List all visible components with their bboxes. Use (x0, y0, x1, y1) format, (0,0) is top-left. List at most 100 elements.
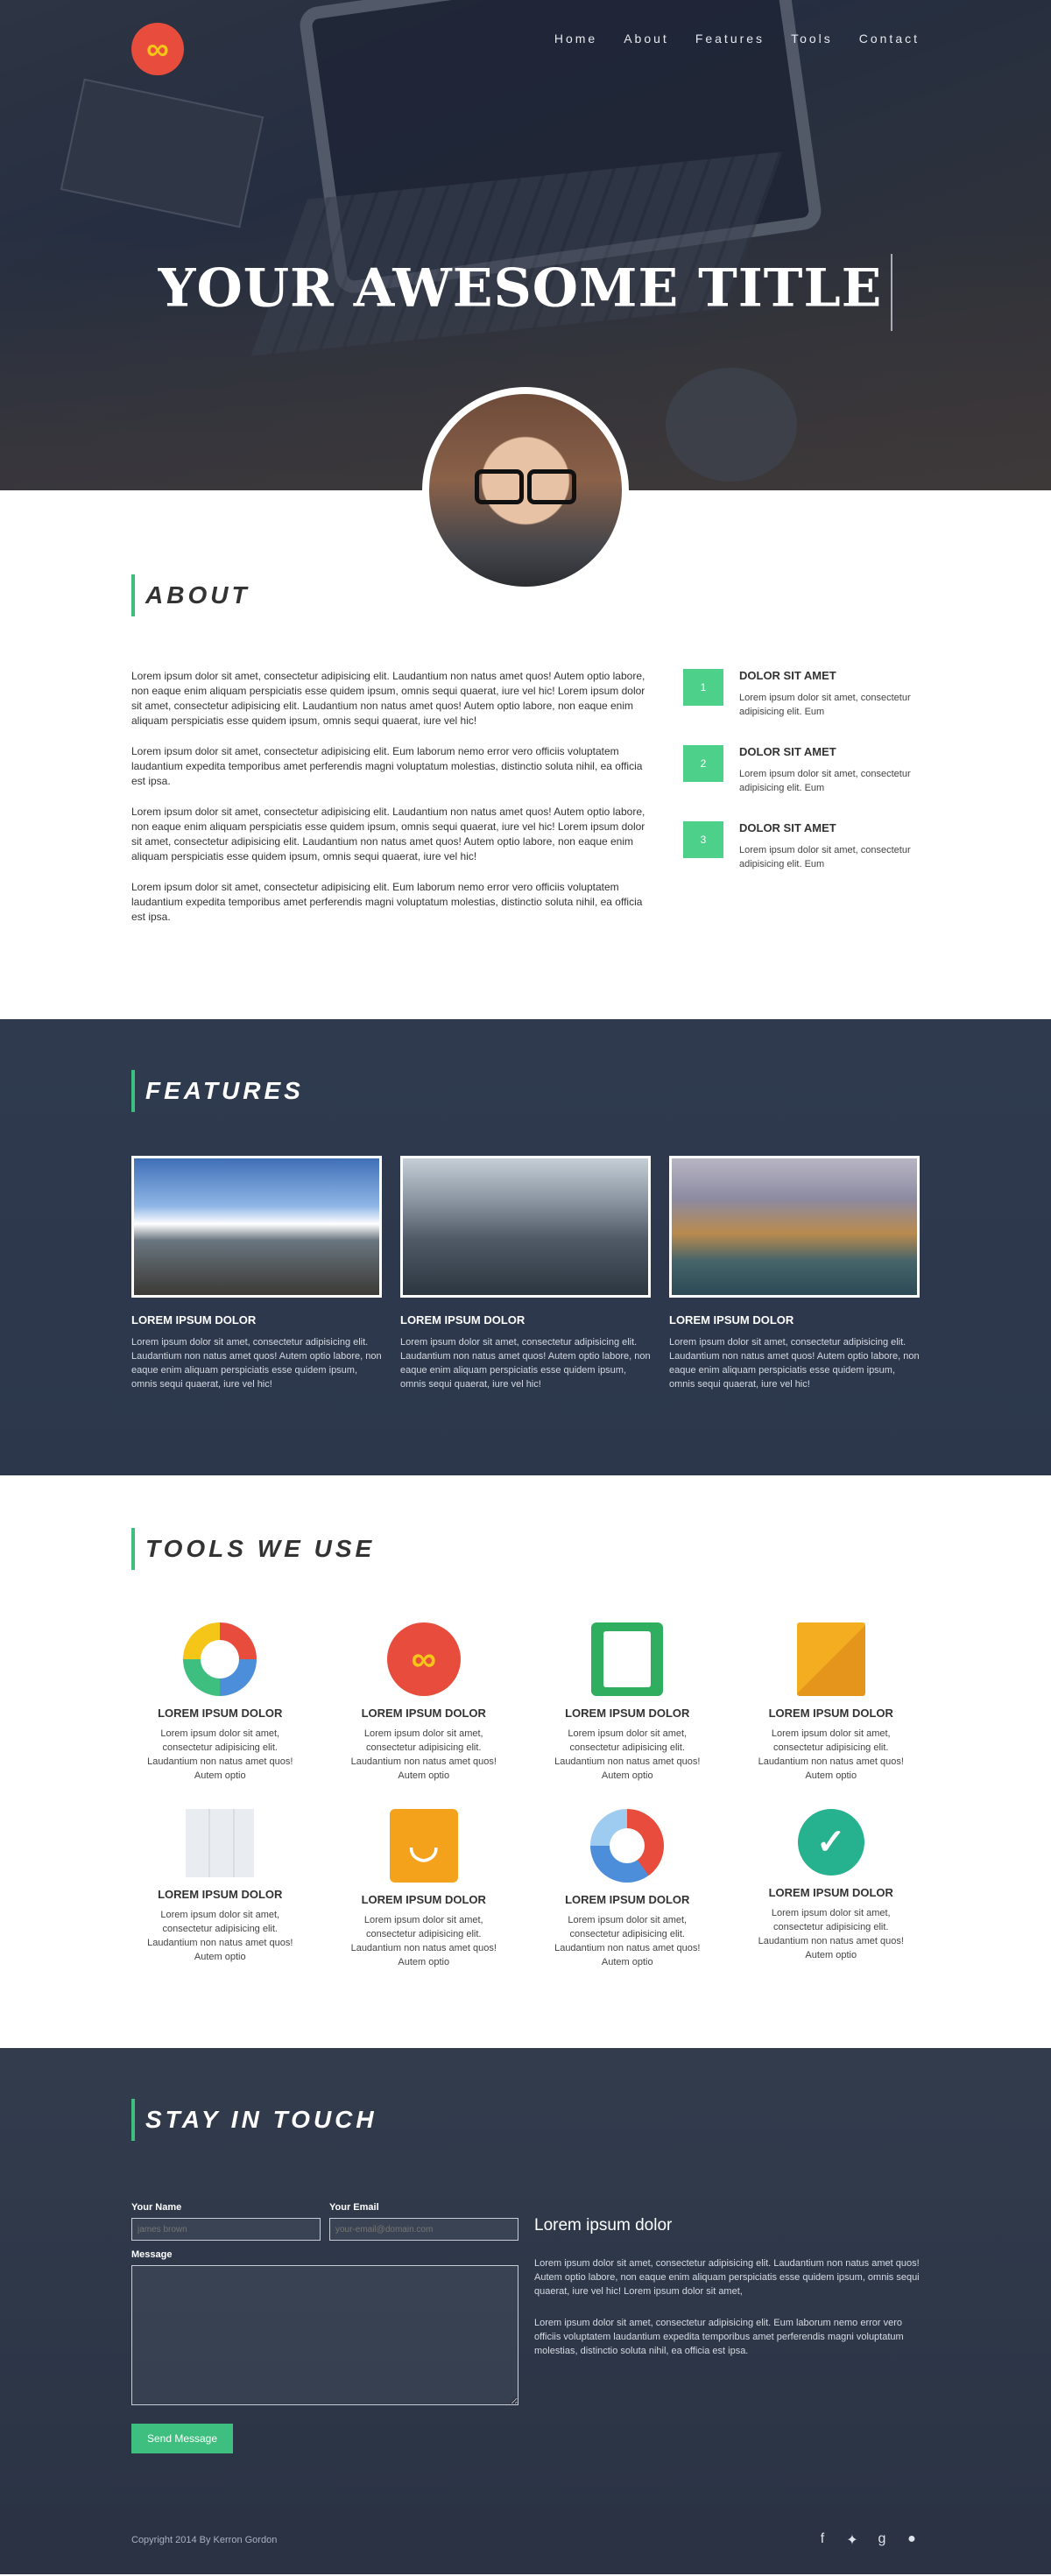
step-number-badge: 3 (683, 821, 723, 858)
feature-text: Lorem ipsum dolor sit amet, consectetur … (131, 1337, 382, 1390)
contact-form: Your Name Your Email Message Send Messag… (131, 2202, 518, 2453)
infinity-icon: ∞ (386, 1622, 461, 1696)
feature-title: LOREM IPSUM DOLOR (669, 1313, 794, 1327)
twitter-icon[interactable]: ✦ (844, 2531, 860, 2549)
tool-title: LOREM IPSUM DOLOR (768, 1707, 893, 1720)
nav-contact-link[interactable]: Contact (859, 32, 920, 46)
tools-section: TOOLS WE USE LOREM IPSUM DOLOR Lorem ips… (0, 1475, 1051, 2048)
clipboard-icon (591, 1622, 664, 1696)
nav-tools-link[interactable]: Tools (791, 32, 833, 46)
step-text: Lorem ipsum dolor sit amet, consectetur … (739, 769, 911, 793)
tool-text: Lorem ipsum dolor sit amet, consectetur … (147, 1728, 293, 1781)
tool-title: LOREM IPSUM DOLOR (565, 1707, 690, 1720)
feature-city-image (400, 1156, 651, 1298)
google-plus-icon[interactable]: g (874, 2531, 890, 2549)
email-label: Your Email (329, 2202, 379, 2213)
tool-item: ✓ LOREM IPSUM DOLOR Lorem ipsum dolor si… (743, 1809, 921, 1969)
step-text: Lorem ipsum dolor sit amet, consectetur … (739, 845, 911, 869)
tool-text: Lorem ipsum dolor sit amet, consectetur … (350, 1728, 497, 1781)
features-section: FEATURES LOREM IPSUM DOLOR Lorem ipsum d… (0, 1019, 1051, 1475)
feature-card: LOREM IPSUM DOLOR Lorem ipsum dolor sit … (400, 1156, 651, 1391)
feature-title: LOREM IPSUM DOLOR (131, 1313, 257, 1327)
feature-text: Lorem ipsum dolor sit amet, consectetur … (669, 1337, 920, 1390)
avatar-photo (429, 394, 622, 587)
compass-icon (183, 1622, 257, 1696)
tool-title: LOREM IPSUM DOLOR (361, 1893, 486, 1906)
contact-info: Lorem ipsum dolor Lorem ipsum dolor sit … (534, 2202, 920, 2453)
tool-title: LOREM IPSUM DOLOR (768, 1886, 893, 1899)
tool-title: LOREM IPSUM DOLOR (158, 1707, 283, 1720)
step-text: Lorem ipsum dolor sit amet, consectetur … (739, 693, 911, 717)
about-paragraph: Lorem ipsum dolor sit amet, consectetur … (131, 670, 645, 727)
nav-about-link[interactable]: About (624, 32, 669, 46)
tool-item: LOREM IPSUM DOLOR Lorem ipsum dolor sit … (743, 1622, 921, 1783)
logo-infinity-icon[interactable]: ∞ (131, 23, 184, 75)
tool-title: LOREM IPSUM DOLOR (361, 1707, 486, 1720)
profile-avatar (422, 387, 629, 594)
social-links: f ✦ g ● (815, 2531, 920, 2549)
contact-section: STAY IN TOUCH Your Name Your Email Messa… (0, 2048, 1051, 2506)
message-label: Message (131, 2249, 173, 2260)
feature-text: Lorem ipsum dolor sit amet, consectetur … (400, 1337, 651, 1390)
step-item: 2 DOLOR SIT AMET Lorem ipsum dolor sit am… (683, 745, 920, 795)
facebook-icon[interactable]: f (815, 2531, 830, 2549)
nav-menu: Home About Features Tools Contact (554, 32, 920, 46)
step-item: 3 DOLOR SIT AMET Lorem ipsum dolor sit am… (683, 821, 920, 871)
tool-item: LOREM IPSUM DOLOR Lorem ipsum dolor sit … (131, 1622, 309, 1783)
about-paragraphs: Lorem ipsum dolor sit amet, consectetur … (131, 669, 648, 940)
about-paragraph: Lorem ipsum dolor sit amet, consectetur … (131, 881, 643, 923)
nav-features-link[interactable]: Features (695, 32, 765, 46)
tool-item: ∞ LOREM IPSUM DOLOR Lorem ipsum dolor si… (335, 1622, 513, 1783)
name-input[interactable] (131, 2218, 321, 2241)
ring-chart-icon (590, 1809, 665, 1883)
map-icon (186, 1809, 255, 1877)
about-paragraph: Lorem ipsum dolor sit amet, consectetur … (131, 806, 645, 862)
tool-item: LOREM IPSUM DOLOR Lorem ipsum dolor sit … (539, 1622, 716, 1783)
tool-text: Lorem ipsum dolor sit amet, consectetur … (147, 1910, 293, 1962)
feature-coast-image (669, 1156, 920, 1298)
tool-title: LOREM IPSUM DOLOR (565, 1893, 690, 1906)
tool-text: Lorem ipsum dolor sit amet, consectetur … (758, 1908, 904, 1960)
mail-icon (796, 1622, 865, 1696)
features-heading: FEATURES (131, 1070, 920, 1112)
step-item: 1 DOLOR SIT AMET Lorem ipsum dolor sit am… (683, 669, 920, 719)
top-nav: ∞ Home About Features Tools Contact (0, 23, 1051, 75)
copyright-text: Copyright 2014 By Kerron Gordon (131, 2535, 278, 2545)
tool-item: LOREM IPSUM DOLOR Lorem ipsum dolor sit … (539, 1809, 716, 1969)
tool-item: LOREM IPSUM DOLOR Lorem ipsum dolor sit … (131, 1809, 309, 1969)
tool-text: Lorem ipsum dolor sit amet, consectetur … (350, 1915, 497, 1967)
feature-card: LOREM IPSUM DOLOR Lorem ipsum dolor sit … (669, 1156, 920, 1391)
tool-item: ◡ LOREM IPSUM DOLOR Lorem ipsum dolor si… (335, 1809, 513, 1969)
name-label: Your Name (131, 2202, 182, 2213)
message-textarea[interactable] (131, 2265, 518, 2405)
feature-road-image (131, 1156, 382, 1298)
contact-info-title: Lorem ipsum dolor (534, 2216, 673, 2235)
tool-text: Lorem ipsum dolor sit amet, consectetur … (554, 1915, 701, 1967)
step-title: DOLOR SIT AMET (739, 745, 836, 758)
email-input[interactable] (329, 2218, 518, 2241)
hero-title-text: YOUR AWESOME TITLE (158, 257, 883, 320)
github-icon[interactable]: ● (904, 2531, 920, 2549)
contact-info-paragraph: Lorem ipsum dolor sit amet, consectetur … (534, 2318, 904, 2356)
step-title: DOLOR SIT AMET (739, 821, 836, 834)
step-title: DOLOR SIT AMET (739, 669, 836, 682)
step-number-badge: 1 (683, 669, 723, 706)
about-paragraph: Lorem ipsum dolor sit amet, consectetur … (131, 745, 643, 787)
contact-heading: STAY IN TOUCH (131, 2099, 920, 2141)
step-number-badge: 2 (683, 745, 723, 782)
nav-home-link[interactable]: Home (554, 32, 597, 46)
feature-title: LOREM IPSUM DOLOR (400, 1313, 526, 1327)
tool-title: LOREM IPSUM DOLOR (158, 1888, 283, 1901)
contact-info-paragraph: Lorem ipsum dolor sit amet, consectetur … (534, 2258, 920, 2297)
send-message-button[interactable]: Send Message (131, 2424, 233, 2453)
about-steps: 1 DOLOR SIT AMET Lorem ipsum dolor sit am… (683, 669, 920, 940)
avatar-glasses (475, 469, 576, 504)
tool-text: Lorem ipsum dolor sit amet, consectetur … (554, 1728, 701, 1781)
feature-card: LOREM IPSUM DOLOR Lorem ipsum dolor sit … (131, 1156, 382, 1391)
hero-title: YOUR AWESOME TITLE (0, 254, 1051, 331)
tool-text: Lorem ipsum dolor sit amet, consectetur … (758, 1728, 904, 1781)
tools-heading: TOOLS WE USE (131, 1528, 920, 1570)
title-cursor (891, 254, 893, 331)
shopping-bag-icon: ◡ (389, 1809, 458, 1883)
footer: Copyright 2014 By Kerron Gordon f ✦ g ● (0, 2506, 1051, 2574)
